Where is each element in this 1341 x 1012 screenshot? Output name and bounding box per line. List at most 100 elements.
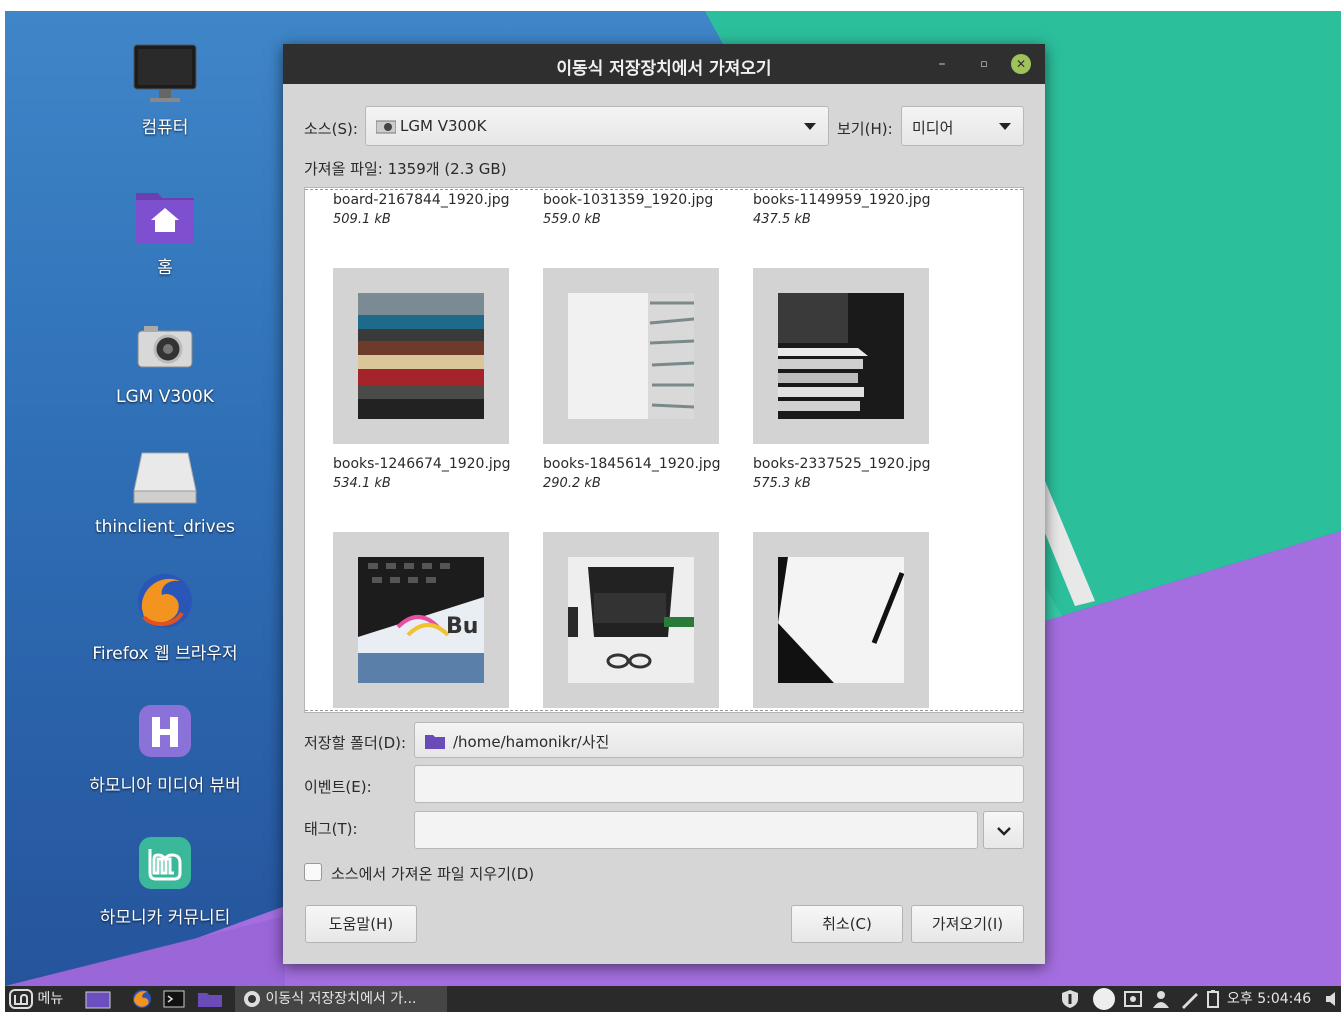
taskbar-window-label: 이동식 저장장치에서 가... — [265, 991, 417, 1007]
file-thumbnail[interactable] — [543, 268, 719, 444]
taskbar-window-button[interactable]: 이동식 저장장치에서 가... — [235, 986, 447, 1012]
maximize-button[interactable]: ▫ — [973, 53, 995, 75]
desktop-icon-label: LGM V300K — [116, 387, 214, 407]
open-book-image — [568, 293, 694, 419]
show-desktop-launcher[interactable] — [85, 986, 111, 1012]
desktop-icon-label: 하모니아 미디어 뷰버 — [89, 776, 241, 796]
minimize-button[interactable]: – — [931, 53, 953, 75]
desktop-icon-computer[interactable]: 컴퓨터 — [65, 43, 265, 138]
screenshot-tray[interactable] — [1123, 986, 1143, 1012]
file-name: books-1845614_1920.jpg — [543, 456, 721, 472]
view-label: 보기(H): — [837, 120, 893, 138]
camera-icon — [130, 317, 200, 383]
desktop-icon-label: thinclient_drives — [94, 517, 235, 537]
help-button[interactable]: 도움말(H) — [305, 905, 417, 943]
source-value: LGM V300K — [400, 117, 487, 135]
books-stack-image — [358, 293, 484, 419]
user-tray[interactable] — [1151, 986, 1171, 1012]
svg-text:Bu: Bu — [446, 614, 478, 639]
desktop-icon-camera[interactable]: LGM V300K — [65, 317, 265, 407]
file-name: books-1149959_1920.jpg — [753, 192, 931, 208]
destination-folder-chooser[interactable]: /home/hamonikr/사진 — [414, 722, 1024, 758]
cancel-button[interactable]: 취소(C) — [791, 905, 903, 943]
folder-icon — [425, 735, 445, 749]
desktop-icon-label: Firefox 웹 브라우저 — [92, 644, 238, 664]
laptop-image — [568, 557, 694, 683]
volume-icon — [1326, 992, 1335, 1006]
destination-label: 저장할 폴더(D): — [304, 734, 407, 752]
import-button[interactable]: 가져오기(I) — [911, 905, 1024, 943]
delete-from-source-checkbox[interactable] — [304, 863, 322, 881]
computer-monitor-icon — [130, 43, 200, 109]
file-name: books-2337525_1920.jpg — [753, 456, 931, 472]
user-icon — [1153, 991, 1169, 1008]
shield-icon — [1062, 990, 1078, 1008]
file-thumbnail[interactable]: Bu — [333, 532, 509, 708]
file-grid[interactable]: board-2167844_1920.jpg 509.1 kB book-103… — [304, 187, 1024, 713]
notepad-pen-image — [778, 557, 904, 683]
volume-tray[interactable] — [1325, 986, 1339, 1012]
shotwell-icon — [244, 991, 260, 1007]
desktop-icon — [85, 991, 111, 1009]
hamonikr-community-icon — [130, 833, 200, 899]
file-name: book-1031359_1920.jpg — [543, 192, 714, 208]
calculator-image: Bu — [358, 557, 484, 683]
file-name: board-2167844_1920.jpg — [333, 192, 510, 208]
chevron-down-icon — [996, 827, 1011, 836]
network-tray[interactable] — [1179, 986, 1201, 1012]
battery-icon — [1207, 990, 1219, 1008]
file-size: 534.1 kB — [333, 476, 391, 491]
file-name: books-1246674_1920.jpg — [333, 456, 511, 472]
files-launcher[interactable] — [197, 986, 223, 1012]
books-bw-image — [778, 293, 904, 419]
chevron-down-icon — [804, 123, 816, 130]
folder-icon — [198, 993, 222, 1007]
delete-from-source-label[interactable]: 소스에서 가져온 파일 지우기(D) — [331, 863, 534, 884]
desktop-icon-hamonia-viewer[interactable]: 하모니아 미디어 뷰버 — [65, 701, 265, 796]
file-thumbnail[interactable] — [753, 532, 929, 708]
event-field[interactable] — [414, 765, 1024, 803]
desktop-icon-label: 컴퓨터 — [141, 118, 189, 138]
status-tray[interactable] — [1091, 986, 1117, 1012]
camera-tray-icon — [1124, 991, 1142, 1007]
circle-status-icon — [1093, 988, 1115, 1010]
pen-icon — [1182, 993, 1198, 1009]
terminal-icon — [163, 990, 185, 1008]
camera-small-icon — [376, 120, 396, 134]
firefox-icon — [133, 990, 151, 1008]
menu-button[interactable]: 메뉴 — [9, 986, 73, 1012]
drive-icon — [130, 447, 200, 513]
desktop-icon-firefox[interactable]: Firefox 웹 브라우저 — [65, 569, 265, 664]
terminal-launcher[interactable] — [163, 986, 185, 1012]
menu-label: 메뉴 — [37, 991, 64, 1007]
taskbar: 메뉴 이동식 저장장치에서 가... 오후 5:04:46 — [5, 986, 1341, 1012]
close-button[interactable]: ✕ — [1011, 54, 1031, 74]
file-size: 509.1 kB — [333, 212, 391, 227]
firefox-icon — [130, 569, 200, 635]
file-thumbnail[interactable] — [333, 268, 509, 444]
file-thumbnail[interactable] — [753, 268, 929, 444]
file-size: 437.5 kB — [753, 212, 811, 227]
desktop-icon-hamonikr-community[interactable]: 하모니카 커뮤니티 — [65, 833, 265, 928]
source-combo[interactable]: LGM V300K — [365, 106, 829, 146]
file-size: 559.0 kB — [543, 212, 601, 227]
clock[interactable]: 오후 5:04:46 — [1227, 986, 1311, 1012]
hamonikr-logo-icon — [9, 989, 33, 1009]
firefox-launcher[interactable] — [131, 986, 153, 1012]
hamonia-viewer-icon — [130, 701, 200, 767]
desktop-icon-drive[interactable]: thinclient_drives — [65, 447, 265, 537]
view-combo[interactable]: 미디어 — [901, 106, 1024, 146]
source-label: 소스(S): — [304, 120, 358, 138]
chevron-down-icon — [999, 123, 1011, 130]
battery-tray[interactable] — [1206, 986, 1220, 1012]
title-bar[interactable]: 이동식 저장장치에서 가져오기 – ▫ ✕ — [283, 44, 1045, 84]
view-value: 미디어 — [912, 119, 954, 137]
tags-dropdown-button[interactable] — [983, 811, 1024, 849]
desktop-icon-home[interactable]: 홈 — [65, 183, 265, 278]
tags-field[interactable] — [414, 811, 978, 849]
file-thumbnail[interactable] — [543, 532, 719, 708]
file-size: 290.2 kB — [543, 476, 601, 491]
home-folder-icon — [130, 183, 200, 249]
security-tray[interactable] — [1060, 986, 1080, 1012]
tags-label: 태그(T): — [304, 820, 358, 838]
